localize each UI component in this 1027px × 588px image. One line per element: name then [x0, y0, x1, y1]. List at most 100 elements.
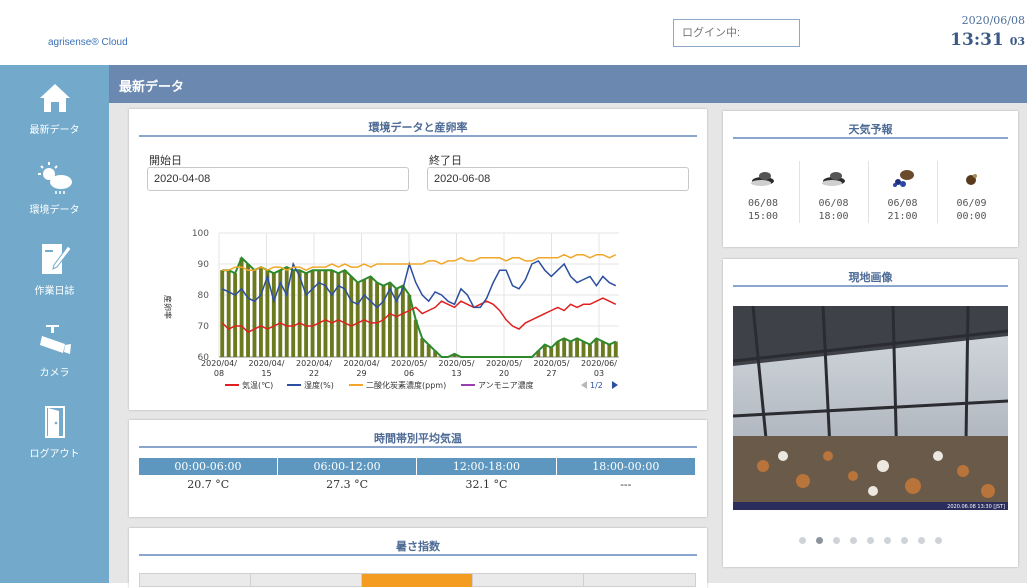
egg-rate-bar	[594, 338, 599, 357]
x-tick-label: 2020/04/	[249, 359, 285, 368]
egg-rate-bar	[226, 270, 231, 357]
heat-level-1	[140, 574, 251, 587]
current-date: 2020/06/08	[961, 14, 1025, 27]
egg-rate-bar	[568, 341, 573, 357]
weather-forecast-panel: 天気予報 06/08 15:00 06/08 18:00 06/08 21:00…	[723, 111, 1018, 247]
egg-rate-bar	[613, 341, 618, 357]
forecast-time: 18:00	[818, 211, 849, 222]
forecast-date: 06/08	[818, 198, 849, 209]
carousel-dot[interactable]	[850, 537, 857, 544]
end-date-input[interactable]: 2020-06-08	[427, 167, 689, 191]
carousel-dots	[723, 529, 1018, 548]
egg-rate-bar	[349, 276, 354, 357]
carousel-dot[interactable]	[833, 537, 840, 544]
legend-pager: 1/2	[590, 381, 603, 390]
x-tick-label: 2020/05/	[486, 359, 522, 368]
heat-level-2	[251, 574, 362, 587]
cloud-icon	[751, 172, 774, 186]
end-date-label: 終了日	[429, 155, 462, 167]
carousel-dot[interactable]	[918, 537, 925, 544]
header: agrisense® Cloud 2020/06/08 13:31 03	[0, 0, 1027, 65]
egg-rate-bar	[581, 341, 586, 357]
y-tick-label: 100	[192, 229, 209, 239]
x-tick-label: 2020/04/	[201, 359, 237, 368]
series-line	[222, 253, 617, 272]
forecast-time: 15:00	[747, 211, 779, 222]
forecast-item: 06/08 15:00	[729, 161, 797, 223]
x-tick-label: 2020/04/	[296, 359, 332, 368]
page-title-bar: 最新データ	[109, 65, 1027, 103]
forecast-date: 06/08	[887, 198, 918, 209]
table-row: 20.7 °C 27.3 °C 32.1 °C ---	[139, 475, 696, 493]
legend-label: 二酸化炭素濃度(ppm)	[366, 380, 446, 390]
y-tick-label: 70	[198, 322, 210, 332]
y-tick-label: 90	[198, 260, 210, 270]
panel-title: 時間帯別平均気温	[139, 428, 697, 448]
carousel-dot[interactable]	[867, 537, 874, 544]
forecast-time: 00:00	[956, 211, 987, 222]
egg-rate-bar	[291, 270, 296, 357]
x-tick-label: 06	[404, 369, 414, 378]
notebook-icon	[41, 244, 72, 274]
current-time: 13:31 03	[950, 30, 1025, 50]
forecast-item: 06/08 18:00	[799, 161, 867, 223]
panel-title: 天気予報	[733, 119, 1008, 139]
hourly-temp-panel: 時間帯別平均気温 00:00-06:00 06:00-12:00 12:00-1…	[129, 420, 707, 517]
environment-chart: 607080901002020/04/082020/04/152020/04/2…	[163, 229, 619, 390]
x-tick-label: 13	[451, 369, 461, 378]
sidebar-item-environment-data[interactable]: 環境データ	[0, 161, 109, 241]
login-field[interactable]	[673, 19, 800, 47]
column-header: 12:00-18:00	[416, 458, 557, 475]
site-camera-image[interactable]: 2020.06.08 13:30 [JST]	[733, 306, 1008, 510]
table-header-row: 00:00-06:00 06:00-12:00 12:00-18:00 18:0…	[139, 458, 697, 475]
egg-rate-bar	[355, 282, 360, 357]
forecast-date: 06/08	[747, 198, 779, 209]
legend-prev-arrow-icon	[581, 381, 587, 389]
x-tick-label: 15	[261, 369, 271, 378]
heat-level-5	[584, 574, 696, 587]
table-cell: 27.3 °C	[326, 477, 368, 491]
egg-rate-bar	[588, 344, 592, 357]
carousel-dot[interactable]	[901, 537, 908, 544]
table-cell: 20.7 °C	[187, 477, 230, 491]
image-timestamp: 2020.06.08 13:30 [JST]	[947, 504, 1005, 510]
carousel-dot-active[interactable]	[816, 537, 823, 544]
carousel-dot[interactable]	[935, 537, 942, 544]
heat-level-4	[473, 574, 584, 587]
legend-label: アンモニア濃度	[478, 380, 534, 390]
home-icon	[39, 84, 70, 112]
sidebar-item-work-log[interactable]: 作業日誌	[0, 242, 109, 322]
egg-rate-bar	[375, 282, 379, 357]
legend-label: 気温(℃)	[242, 380, 273, 390]
sidebar-item-label: 最新データ	[29, 125, 80, 136]
panel-title: 環境データと産卵率	[139, 117, 697, 137]
egg-rate-bar	[420, 338, 425, 357]
x-tick-label: 2020/05/	[391, 359, 427, 368]
forecast-item: 06/08 21:00	[868, 161, 936, 223]
carousel-dot[interactable]	[884, 537, 891, 544]
panel-title: 暑さ指数	[139, 536, 697, 556]
x-tick-label: 08	[214, 369, 224, 378]
carousel-dot[interactable]	[799, 537, 806, 544]
start-date-input[interactable]: 2020-04-08	[147, 167, 409, 191]
heat-index-scale	[139, 573, 696, 587]
cloud-icon	[821, 172, 845, 186]
clock-seconds: 03	[1009, 35, 1025, 48]
column-header: 18:00-00:00	[556, 458, 697, 475]
panel-title: 現地画像	[733, 267, 1008, 287]
egg-rate-bar	[562, 338, 567, 357]
sidebar-item-camera[interactable]: カメラ	[0, 324, 109, 404]
sidebar-item-label: 環境データ	[29, 205, 80, 216]
x-tick-label: 29	[356, 369, 366, 378]
egg-rate-bar	[323, 270, 328, 357]
x-tick-label: 2020/05/	[534, 359, 570, 368]
egg-rate-bar	[284, 267, 289, 357]
table-cell: ---	[620, 477, 632, 491]
forecast-time: 21:00	[887, 211, 918, 222]
x-tick-label: 2020/04/	[344, 359, 380, 368]
egg-rate-bar	[259, 267, 263, 357]
y-axis-label: 産卵率	[163, 295, 173, 319]
x-tick-label: 20	[499, 369, 509, 378]
sidebar-item-logout[interactable]: ログアウト	[0, 405, 109, 485]
sidebar-item-latest-data[interactable]: 最新データ	[0, 81, 109, 161]
